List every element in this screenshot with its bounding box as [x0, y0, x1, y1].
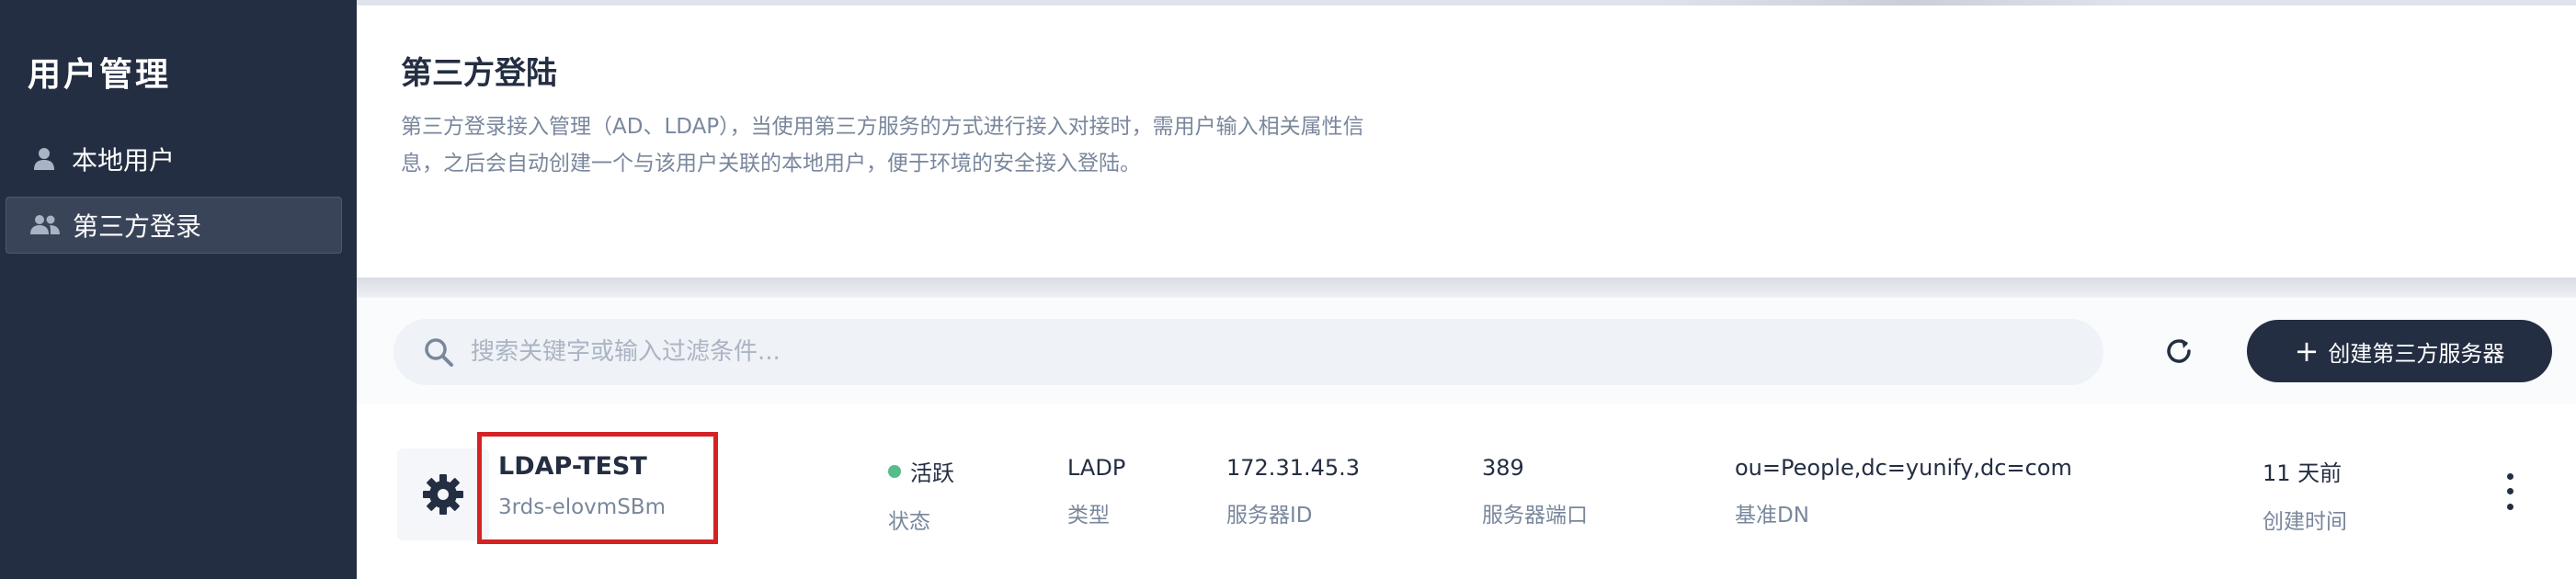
server-name-cell[interactable]: LDAP-TEST 3rds-elovmSBm	[498, 452, 666, 519]
base-dn-cell: ou=People,dc=yunify,dc=com 基准DN	[1735, 455, 2072, 528]
page-description-line: 第三方登录接入管理（AD、LDAP），当使用第三方服务的方式进行接入对接时，需用…	[401, 115, 1364, 139]
created-time: 11 天前	[2263, 460, 2342, 486]
created-time-label: 创建时间	[2263, 510, 2347, 534]
server-id: 3rds-elovmSBm	[498, 495, 666, 519]
toolbar: + 创建第三方服务器	[357, 298, 2576, 404]
more-vertical-icon	[2506, 488, 2513, 495]
type-label: 类型	[1067, 504, 1110, 528]
sidebar-title: 用户管理	[28, 56, 172, 94]
user-icon	[29, 144, 59, 174]
page-header: 第三方登陆 第三方登录接入管理（AD、LDAP），当使用第三方服务的方式进行接入…	[357, 6, 2576, 278]
type-cell: LADP 类型	[1067, 455, 1125, 528]
refresh-button[interactable]	[2159, 331, 2199, 371]
server-address-label: 服务器ID	[1226, 504, 1313, 528]
port-label: 服务器端口	[1482, 504, 1588, 528]
base-dn: ou=People,dc=yunify,dc=com	[1735, 455, 2072, 481]
status-dot	[888, 464, 901, 478]
server-address-cell: 172.31.45.3 服务器ID	[1226, 455, 1360, 528]
sidebar-item-local-users[interactable]: 本地用户	[6, 131, 342, 187]
search-icon	[423, 336, 454, 368]
plus-icon: +	[2294, 334, 2320, 369]
more-vertical-icon	[2506, 504, 2513, 511]
sidebar-item-third-party-login[interactable]: 第三方登录	[6, 197, 342, 254]
server-type: LADP	[1067, 455, 1126, 481]
create-button-label: 创建第三方服务器	[2328, 340, 2505, 367]
sidebar-item-label: 本地用户	[72, 145, 176, 176]
created-time-cell: 11 天前 创建时间	[2263, 455, 2347, 535]
status-label: 状态	[888, 510, 930, 534]
search-input[interactable]	[471, 338, 2034, 366]
server-address: 172.31.45.3	[1226, 455, 1361, 481]
refresh-icon	[2167, 339, 2191, 363]
sidebar-item-label: 第三方登录	[73, 211, 202, 242]
port-cell: 389 服务器端口	[1482, 455, 1588, 528]
server-port: 389	[1482, 455, 1524, 481]
page-description-line: 息，之后会自动创建一个与该用户关联的本地用户，便于环境的安全接入登陆。	[401, 152, 1141, 176]
base-dn-label: 基准DN	[1735, 504, 1809, 528]
search-bar[interactable]	[393, 319, 2103, 385]
gear-icon	[423, 474, 463, 515]
page-description: 第三方登录接入管理（AD、LDAP），当使用第三方服务的方式进行接入对接时，需用…	[401, 108, 1467, 182]
server-name[interactable]: LDAP-TEST	[498, 452, 666, 481]
status-badge: 活跃	[910, 460, 954, 486]
users-icon	[30, 210, 60, 240]
page-title: 第三方登陆	[401, 55, 557, 92]
table-row[interactable]: LDAP-TEST 3rds-elovmSBm 活跃 状态 LADP 类型 17…	[357, 404, 2576, 579]
header-divider	[357, 278, 2576, 298]
more-vertical-icon	[2506, 472, 2513, 480]
status-cell: 活跃 状态	[888, 455, 954, 535]
more-actions-button[interactable]	[2499, 469, 2521, 515]
create-third-party-server-button[interactable]: + 创建第三方服务器	[2247, 320, 2552, 382]
sidebar: 用户管理 本地用户 第三方登录	[0, 0, 357, 579]
server-icon-box	[397, 448, 489, 540]
